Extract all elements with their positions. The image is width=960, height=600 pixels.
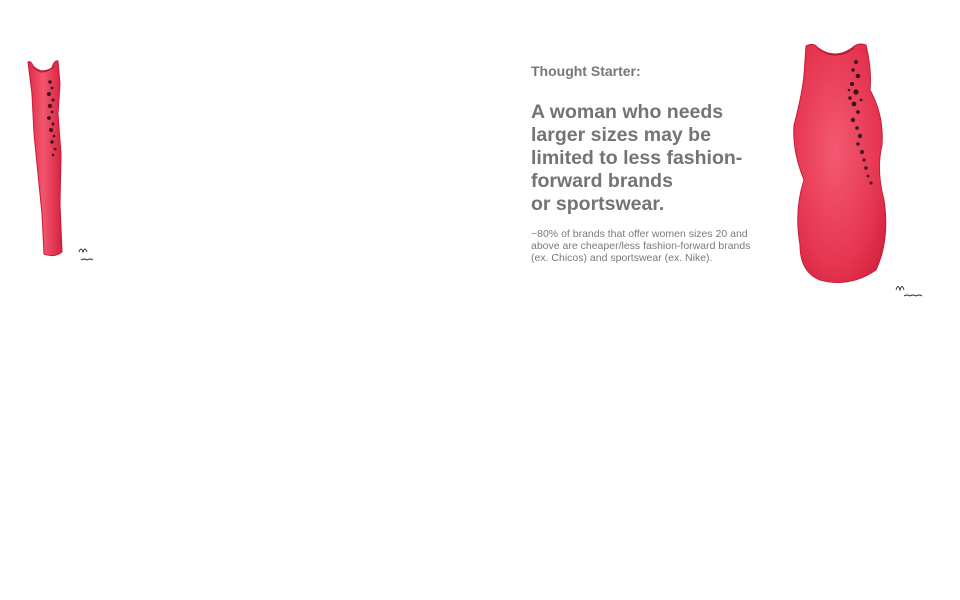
supporting-note: ~80% of brands that offer women sizes 20… — [531, 228, 771, 264]
thought-starter-block: Thought Starter: A woman who needs large… — [531, 62, 771, 264]
headline-line: limited to less fashion- — [531, 147, 743, 169]
section-label: Thought Starter: — [531, 63, 641, 79]
plus-size-dress-shape — [793, 43, 887, 283]
headline-line: A woman who needs — [531, 101, 724, 123]
signature-mark-right — [895, 286, 923, 297]
note-line: ~80% of brands that offer women sizes 20… — [531, 228, 748, 240]
headline-line: or sportswear. — [531, 193, 665, 215]
headline-line: forward brands — [531, 170, 673, 192]
signature-mark-left — [78, 248, 94, 261]
note-line: (ex. Chicos) and sportswear (ex. Nike). — [531, 252, 713, 264]
headline-line: larger sizes may be — [531, 124, 711, 146]
note-line: above are cheaper/less fashion-forward b… — [531, 240, 751, 252]
slim-dress-shape — [27, 60, 63, 257]
headline: A woman who needs larger sizes may be li… — [531, 101, 771, 216]
slide: Thought Starter: A woman who needs large… — [0, 0, 960, 600]
slim-dress-illustration — [27, 60, 94, 261]
plus-size-dress-illustration — [793, 43, 923, 297]
